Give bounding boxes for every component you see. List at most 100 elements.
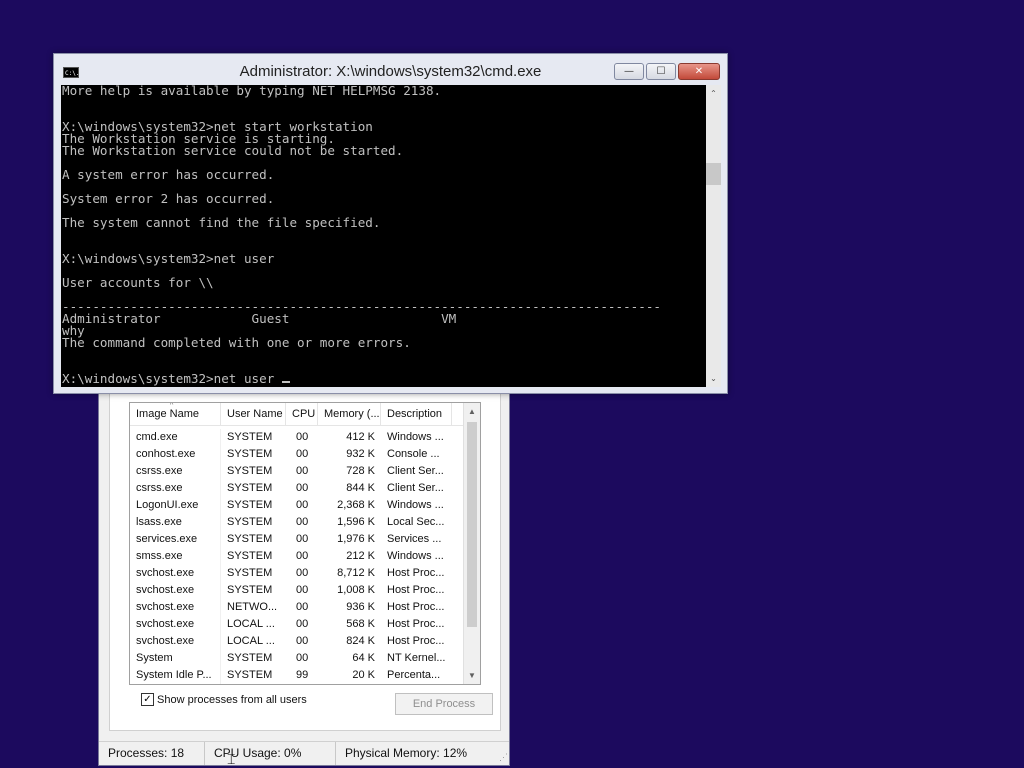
process-row[interactable]: svchost.exe LOCAL ... 00 824 K Host Proc... (130, 633, 480, 650)
process-row[interactable]: cmd.exe SYSTEM 00 412 K Windows ... (130, 429, 480, 446)
process-image-name: System Idle P... (130, 667, 221, 684)
console-line: The system cannot find the file specifie… (62, 215, 381, 230)
process-row[interactable]: svchost.exe SYSTEM 00 1,008 K Host Proc... (130, 582, 480, 599)
process-row[interactable]: csrss.exe SYSTEM 00 728 K Client Ser... (130, 463, 480, 480)
resize-grip-icon[interactable]: ⋰ (499, 752, 508, 763)
process-rows: cmd.exe SYSTEM 00 412 K Windows ... conhost.e… (130, 426, 480, 684)
status-cpu-usage: CPU Usage: 0% (205, 742, 336, 765)
close-button[interactable]: ✕ (678, 63, 720, 80)
process-row[interactable]: svchost.exe SYSTEM 00 8,712 K Host Proc... (130, 565, 480, 582)
process-memory: 2,368 K (337, 499, 375, 511)
process-row[interactable]: System SYSTEM 00 64 K NT Kernel... (130, 650, 480, 667)
process-image-name: System (130, 650, 221, 667)
process-image-name: LogonUI.exe (130, 497, 221, 514)
column-header-user-name[interactable]: User Name (221, 403, 286, 425)
show-all-processes-label[interactable]: Show processes from all users (157, 694, 307, 706)
maximize-button[interactable]: ☐ (646, 63, 676, 80)
process-image-name: services.exe (130, 531, 221, 548)
console-line: Administrator Guest VM (62, 311, 457, 326)
scroll-thumb[interactable] (706, 163, 721, 185)
process-memory: 1,976 K (337, 533, 375, 545)
process-memory: 412 K (346, 431, 375, 443)
process-memory: 64 K (352, 652, 375, 664)
process-description: Percenta... (387, 669, 441, 681)
task-manager-window: ^ Image Name User Name CPU Memory (... De… (98, 378, 510, 766)
column-header-memory[interactable]: Memory (... (318, 403, 381, 425)
process-row[interactable]: System Idle P... SYSTEM 99 20 K Percenta... (130, 667, 480, 684)
process-row[interactable]: LogonUI.exe SYSTEM 00 2,368 K Windows ... (130, 497, 480, 514)
process-cpu: 00 (296, 601, 309, 613)
process-user-name: LOCAL ... (227, 635, 275, 647)
process-cpu: 00 (296, 652, 309, 664)
process-cpu: 00 (296, 584, 309, 596)
console-line: The Workstation service could not be sta… (62, 143, 404, 158)
console-scrollbar[interactable]: ⌃ ⌄ (706, 85, 721, 387)
process-list-scrollbar[interactable]: ▲ ▼ (463, 403, 480, 684)
process-image-name: csrss.exe (130, 480, 221, 497)
status-physical-memory: Physical Memory: 12% (345, 746, 468, 760)
process-image-name: svchost.exe (130, 633, 221, 650)
process-memory: 824 K (346, 635, 375, 647)
window-controls: — ☐ ✕ (614, 63, 720, 80)
column-header-description[interactable]: Description (381, 403, 452, 425)
process-user-name: SYSTEM (227, 465, 273, 477)
process-memory: 1,008 K (337, 584, 375, 596)
process-memory: 1,596 K (337, 516, 375, 528)
process-description: Host Proc... (387, 567, 445, 579)
process-cpu: 00 (296, 635, 309, 647)
column-label: Image Name (136, 408, 199, 420)
process-cpu: 00 (296, 533, 309, 545)
scroll-thumb[interactable] (467, 422, 477, 627)
console-line: User accounts for \\ (62, 275, 214, 290)
process-row[interactable]: smss.exe SYSTEM 00 212 K Windows ... (130, 548, 480, 565)
show-all-processes-option[interactable]: ✓ Show processes from all users (141, 693, 307, 706)
process-image-name: svchost.exe (130, 599, 221, 616)
process-description: Host Proc... (387, 601, 445, 613)
process-image-name: svchost.exe (130, 616, 221, 633)
process-memory: 844 K (346, 482, 375, 494)
text-cursor-icon: ⌶ (227, 752, 236, 768)
process-cpu: 00 (296, 465, 309, 477)
scroll-up-icon[interactable]: ▲ (464, 403, 480, 420)
console-line: X:\windows\system32>net user (62, 251, 275, 266)
process-user-name: SYSTEM (227, 669, 273, 681)
process-cpu: 00 (296, 567, 309, 579)
console-text[interactable]: More help is available by typing NET HEL… (61, 85, 706, 385)
process-user-name: SYSTEM (227, 567, 273, 579)
process-cpu: 00 (296, 550, 309, 562)
process-row[interactable]: svchost.exe NETWO... 00 936 K Host Proc... (130, 599, 480, 616)
minimize-button[interactable]: — (614, 63, 644, 80)
scroll-up-icon[interactable]: ⌃ (706, 85, 721, 102)
process-row[interactable]: svchost.exe LOCAL ... 00 568 K Host Proc... (130, 616, 480, 633)
process-row[interactable]: csrss.exe SYSTEM 00 844 K Client Ser... (130, 480, 480, 497)
column-header-cpu[interactable]: CPU (286, 403, 318, 425)
processes-panel: ^ Image Name User Name CPU Memory (... De… (109, 379, 501, 731)
process-list[interactable]: ^ Image Name User Name CPU Memory (... De… (129, 402, 481, 685)
status-bar: Processes: 18 CPU Usage: 0% Physical Mem… (99, 741, 509, 765)
console-output[interactable]: More help is available by typing NET HEL… (61, 85, 706, 387)
process-user-name: SYSTEM (227, 431, 273, 443)
cmd-window: C:\. Administrator: X:\windows\system32\… (53, 53, 728, 394)
process-user-name: SYSTEM (227, 448, 273, 460)
process-row[interactable]: conhost.exe SYSTEM 00 932 K Console ... (130, 446, 480, 463)
process-user-name: SYSTEM (227, 533, 273, 545)
process-list-header: ^ Image Name User Name CPU Memory (... De… (130, 403, 480, 426)
process-description: Services ... (387, 533, 442, 545)
scroll-down-icon[interactable]: ▼ (464, 667, 480, 684)
process-description: Console ... (387, 448, 440, 460)
process-image-name: cmd.exe (130, 429, 221, 446)
show-all-processes-checkbox[interactable]: ✓ (141, 693, 154, 706)
process-cpu: 00 (296, 431, 309, 443)
console-line: X:\windows\system32>net user (62, 371, 282, 386)
console-line: The command completed with one or more e… (62, 335, 411, 350)
console-line: System error 2 has occurred. (62, 191, 275, 206)
process-row[interactable]: lsass.exe SYSTEM 00 1,596 K Local Sec... (130, 514, 480, 531)
process-user-name: SYSTEM (227, 584, 273, 596)
scroll-down-icon[interactable]: ⌄ (706, 370, 721, 387)
end-process-button[interactable]: End Process (395, 693, 493, 715)
process-memory: 568 K (346, 618, 375, 630)
column-header-image-name[interactable]: ^ Image Name (130, 403, 221, 425)
process-row[interactable]: services.exe SYSTEM 00 1,976 K Services ... (130, 531, 480, 548)
process-user-name: SYSTEM (227, 550, 273, 562)
process-description: Windows ... (387, 431, 444, 443)
